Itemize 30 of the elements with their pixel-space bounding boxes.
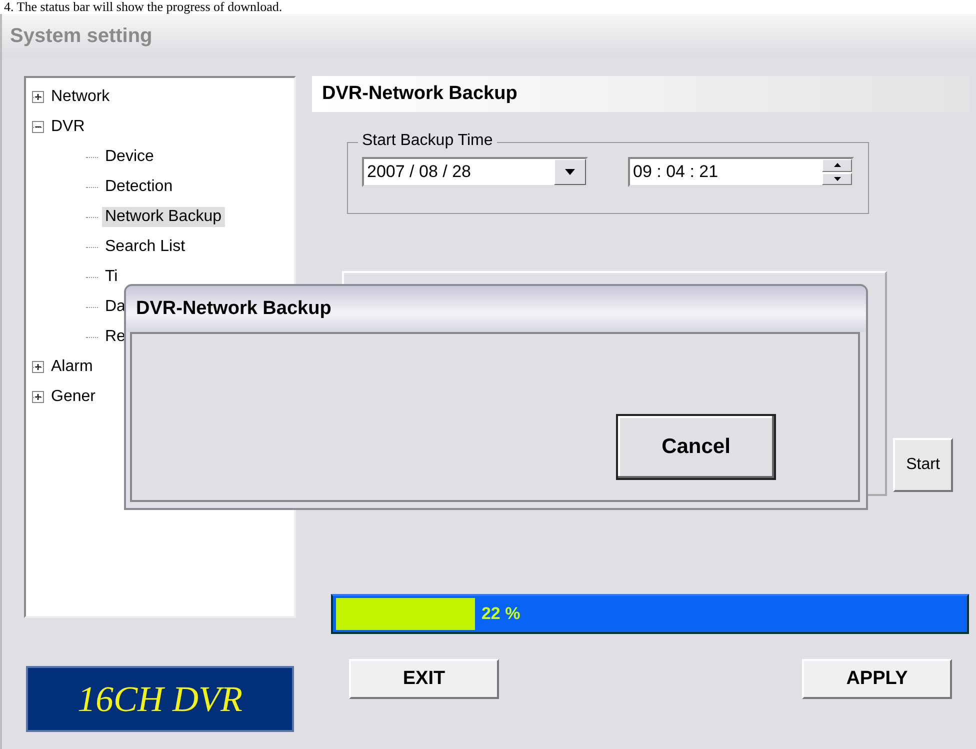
- dialog-title: DVR-Network Backup: [126, 286, 866, 332]
- tree-item[interactable]: DVR: [48, 117, 88, 137]
- expand-icon[interactable]: [32, 91, 44, 103]
- expand-icon[interactable]: [32, 391, 44, 403]
- collapse-icon[interactable]: [32, 121, 44, 133]
- progress-reading: 22 %: [481, 604, 520, 624]
- date-field[interactable]: 2007 / 08 / 28: [362, 157, 588, 187]
- tree-item[interactable]: Network Backup: [102, 207, 224, 227]
- tree-item[interactable]: Ti: [102, 267, 121, 287]
- spin-icon[interactable]: [822, 159, 852, 185]
- tree-item[interactable]: Search List: [102, 237, 188, 257]
- expand-icon[interactable]: [32, 361, 44, 373]
- tree-item[interactable]: Alarm: [48, 357, 96, 377]
- group-label: Start Backup Time: [358, 132, 497, 150]
- tree-item[interactable]: Gener: [48, 387, 98, 407]
- exit-button[interactable]: EXIT: [349, 659, 499, 699]
- window-title: System setting: [10, 24, 152, 48]
- tree-item[interactable]: Network: [48, 87, 113, 107]
- tree-item[interactable]: Device: [102, 147, 157, 167]
- tree-item[interactable]: Da: [102, 297, 128, 317]
- logo: 16CH DVR: [26, 666, 294, 732]
- apply-button[interactable]: APPLY: [802, 659, 952, 699]
- panel-title: DVR-Network Backup: [312, 76, 969, 112]
- dropdown-icon[interactable]: [554, 159, 586, 185]
- tree-item[interactable]: Detection: [102, 177, 176, 197]
- cancel-button[interactable]: Cancel: [616, 414, 776, 480]
- caption-text: 4. The status bar will show the progress of download.: [3, 0, 284, 14]
- tree-item[interactable]: Re: [102, 327, 128, 347]
- time-field[interactable]: 09 : 04 : 21: [628, 157, 854, 187]
- start-button[interactable]: Start: [893, 438, 953, 492]
